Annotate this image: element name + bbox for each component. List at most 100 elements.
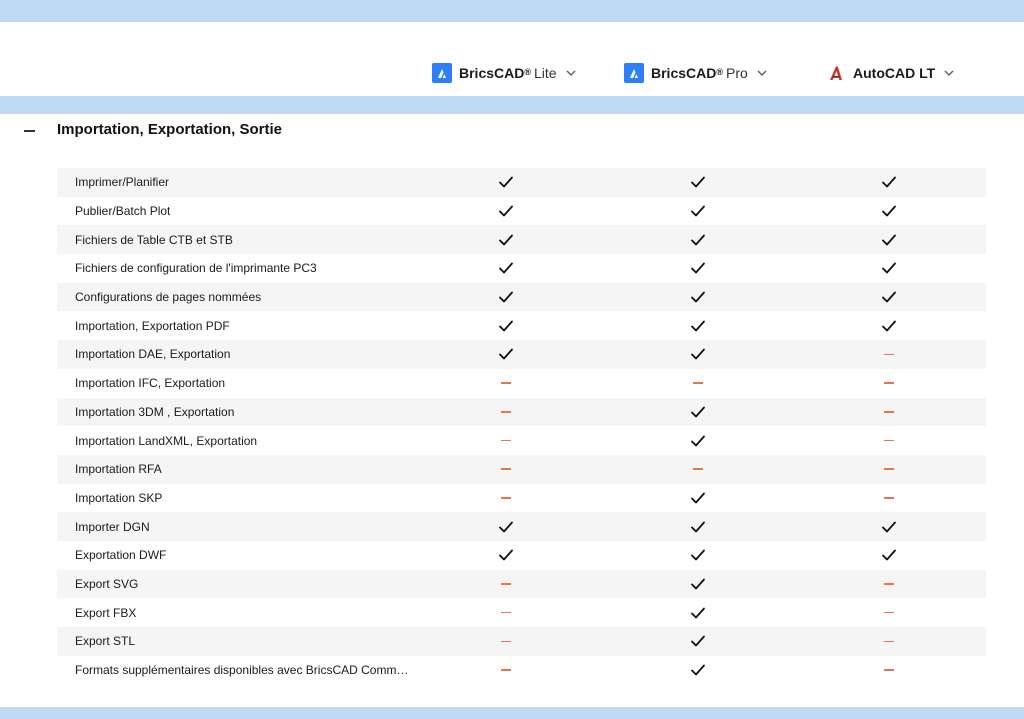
feature-label: Imprimer/Planifier — [75, 175, 170, 190]
feature-label: Importer DGN — [75, 519, 150, 534]
check-icon — [688, 660, 708, 680]
feature-label: Importation SKP — [75, 490, 163, 505]
check-icon — [688, 316, 708, 336]
check-icon — [879, 258, 899, 278]
dash-icon — [496, 574, 516, 594]
dash-icon — [688, 459, 708, 479]
section-title: Importation, Exportation, Sortie — [57, 121, 283, 138]
feature-label: Publier/Batch Plot — [75, 204, 171, 219]
feature-label: Importation, Exportation PDF — [75, 318, 230, 333]
check-icon — [496, 230, 516, 250]
dash-icon — [879, 402, 899, 422]
check-icon — [688, 287, 708, 307]
check-icon — [688, 545, 708, 565]
check-icon — [688, 258, 708, 278]
dash-icon — [496, 660, 516, 680]
dash-icon — [496, 373, 516, 393]
check-icon — [688, 517, 708, 537]
feature-label: Configurations de pages nommées — [75, 290, 262, 305]
check-icon — [879, 287, 899, 307]
bricscad-logo-icon — [432, 63, 452, 83]
check-icon — [496, 172, 516, 192]
chevron-down-icon — [566, 68, 576, 78]
check-icon — [496, 201, 516, 221]
dash-icon — [879, 603, 899, 623]
bottom-band — [0, 707, 1024, 719]
feature-label: Fichiers de configuration de l'imprimant… — [75, 261, 317, 276]
feature-comparison-table: Imprimer/Planifier Publier/Batch Plot Fich… — [57, 168, 986, 684]
table-row: Export FBX — [57, 598, 986, 627]
table-row: Formats supplémentaires disponibles avec… — [57, 656, 986, 685]
dash-icon — [496, 603, 516, 623]
dash-icon — [688, 373, 708, 393]
check-icon — [879, 230, 899, 250]
check-icon — [688, 431, 708, 451]
product-selector-bricscad-lite[interactable]: BricsCAD ® Lite — [432, 61, 576, 85]
table-row: Importation IFC, Exportation — [57, 369, 986, 398]
dash-icon — [879, 660, 899, 680]
dash-icon — [496, 488, 516, 508]
feature-label: Importation LandXML, Exportation — [75, 433, 258, 448]
check-icon — [688, 172, 708, 192]
dash-icon — [879, 431, 899, 451]
product-brand: BricsCAD — [651, 65, 717, 81]
header-divider-band — [0, 96, 1024, 114]
table-row: Fichiers de configuration de l'imprimant… — [57, 254, 986, 283]
feature-label: Importation DAE, Exportation — [75, 347, 231, 362]
chevron-down-icon — [944, 68, 954, 78]
table-row: Importer DGN — [57, 512, 986, 541]
check-icon — [688, 344, 708, 364]
table-row: Configurations de pages nommées — [57, 282, 986, 312]
table-row: Importation RFA — [57, 454, 986, 484]
product-selector-bricscad-pro[interactable]: BricsCAD ® Pro — [624, 61, 767, 85]
table-row: Publier/Batch Plot — [57, 197, 986, 226]
dash-icon — [496, 459, 516, 479]
check-icon — [496, 258, 516, 278]
check-icon — [688, 230, 708, 250]
check-icon — [688, 631, 708, 651]
feature-label: Importation 3DM , Exportation — [75, 404, 235, 419]
check-icon — [688, 201, 708, 221]
product-edition: Lite — [534, 65, 557, 81]
product-selector-autocad-lt[interactable]: AutoCAD LT — [826, 61, 954, 85]
feature-label: Export STL — [75, 634, 136, 649]
chevron-down-icon — [757, 68, 767, 78]
dash-icon — [496, 402, 516, 422]
table-row: Importation 3DM , Exportation — [57, 397, 986, 427]
check-icon — [879, 172, 899, 192]
feature-label: Formats supplémentaires disponibles avec… — [75, 663, 415, 678]
table-row: Importation LandXML, Exportation — [57, 426, 986, 455]
minus-icon[interactable] — [24, 122, 38, 140]
registered-mark: ® — [716, 67, 723, 77]
check-icon — [496, 344, 516, 364]
feature-label: Export FBX — [75, 605, 137, 620]
table-row: Export SVG — [57, 569, 986, 599]
bricscad-logo-icon — [624, 63, 644, 83]
check-icon — [496, 316, 516, 336]
dash-icon — [879, 459, 899, 479]
table-row: Importation SKP — [57, 484, 986, 513]
dash-icon — [879, 574, 899, 594]
check-icon — [879, 316, 899, 336]
dash-icon — [496, 431, 516, 451]
table-row: Importation, Exportation PDF — [57, 311, 986, 340]
product-edition: Pro — [726, 65, 748, 81]
product-brand: BricsCAD — [459, 65, 525, 81]
check-icon — [688, 574, 708, 594]
dash-icon — [879, 373, 899, 393]
check-icon — [879, 517, 899, 537]
feature-label: Export SVG — [75, 576, 139, 591]
dash-icon — [496, 631, 516, 651]
table-row: Export STL — [57, 627, 986, 656]
table-row: Imprimer/Planifier — [57, 168, 986, 197]
check-icon — [688, 488, 708, 508]
check-icon — [879, 545, 899, 565]
product-brand: AutoCAD LT — [853, 65, 936, 81]
autocad-logo-icon — [826, 63, 846, 83]
check-icon — [496, 517, 516, 537]
check-icon — [688, 402, 708, 422]
table-row: Importation DAE, Exportation — [57, 340, 986, 369]
check-icon — [496, 287, 516, 307]
table-row: Fichiers de Table CTB et STB — [57, 225, 986, 255]
check-icon — [496, 545, 516, 565]
